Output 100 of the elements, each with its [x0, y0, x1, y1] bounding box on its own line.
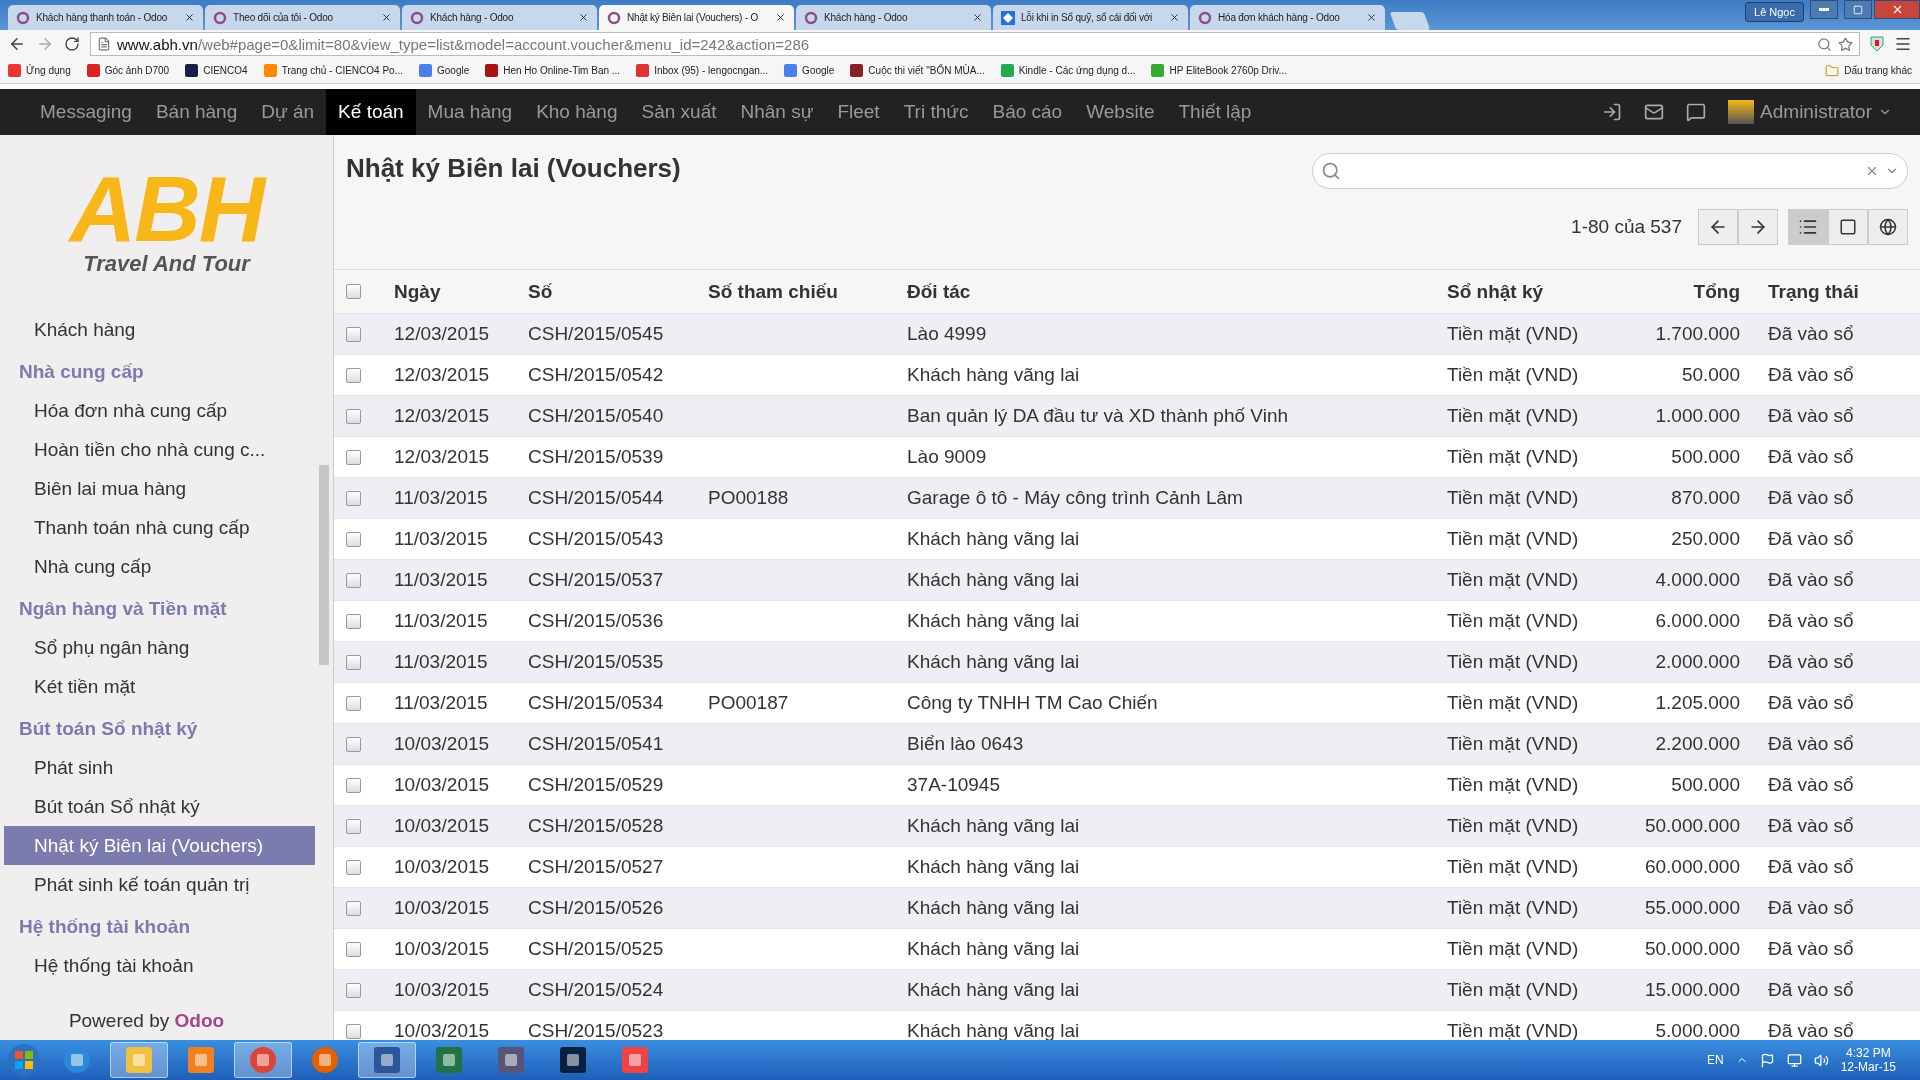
address-field[interactable]: www.abh.vn/web#page=0&limit=80&view_type=list&model=account.voucher&menu_id=242&action=286 [90, 32, 1860, 56]
forward-icon[interactable] [36, 35, 54, 53]
browser-tab[interactable]: Theo dõi của tôi - Odoo [205, 5, 400, 30]
taskbar-app[interactable] [110, 1042, 168, 1078]
menu-icon[interactable] [1894, 35, 1912, 53]
close-icon[interactable] [775, 12, 786, 23]
row-checkbox[interactable] [346, 859, 361, 875]
restore-button[interactable] [1844, 0, 1872, 19]
flag-icon[interactable] [1759, 1052, 1775, 1068]
profile-button[interactable]: Lê Ngọc [1745, 2, 1804, 22]
shield-icon[interactable] [1870, 36, 1884, 52]
taskbar-app[interactable] [358, 1042, 416, 1078]
bookmark-link[interactable]: CIENCO4 [185, 64, 248, 77]
close-icon[interactable] [972, 12, 983, 23]
nav-menu-item[interactable]: Sản xuất [629, 89, 729, 135]
sidebar-item[interactable]: Két tiền mặt [4, 667, 315, 706]
form-view-button[interactable] [1828, 209, 1868, 245]
next-button[interactable] [1738, 209, 1778, 245]
row-checkbox[interactable] [346, 572, 361, 588]
column-header[interactable]: Số tham chiếu [700, 280, 899, 303]
list-view-button[interactable] [1788, 209, 1828, 245]
close-icon[interactable] [1169, 12, 1180, 23]
clock[interactable]: 4:32 PM 12-Mar-15 [1840, 1046, 1896, 1074]
map-view-button[interactable] [1868, 209, 1908, 245]
row-checkbox[interactable] [346, 449, 361, 465]
bookmark-link[interactable]: Google [784, 64, 835, 77]
row-checkbox[interactable] [346, 531, 361, 547]
sidebar-item[interactable]: Hoàn tiền cho nhà cung c... [4, 430, 315, 469]
row-checkbox[interactable] [346, 367, 361, 383]
browser-tab[interactable]: Nhật ký Biên lai (Vouchers) - O [599, 5, 794, 30]
sidebar-item[interactable]: Bút toán Sổ nhật ký [4, 787, 315, 826]
close-icon[interactable] [381, 12, 392, 23]
browser-tab[interactable]: Lỗi khi in Sổ quỹ, sổ cái đối với [993, 5, 1188, 30]
volume-icon[interactable] [1813, 1052, 1829, 1068]
browser-tab[interactable]: Khách hàng - Odoo [402, 5, 597, 30]
row-checkbox[interactable] [346, 900, 361, 916]
sidebar-item[interactable]: Hóa đơn nhà cung cấp [4, 391, 315, 430]
close-icon[interactable] [578, 12, 589, 23]
select-all-checkbox[interactable] [346, 284, 361, 299]
nav-menu-item[interactable]: Mua hàng [415, 89, 525, 135]
browser-tab[interactable]: Khách hàng - Odoo [796, 5, 991, 30]
minimize-button[interactable] [1810, 0, 1838, 19]
nav-menu-item[interactable]: Bán hàng [143, 89, 250, 135]
sidebar-item[interactable]: Sổ phụ ngân hàng [4, 628, 315, 667]
row-checkbox[interactable] [346, 941, 361, 957]
row-checkbox[interactable] [346, 1023, 361, 1039]
back-icon[interactable] [8, 35, 26, 53]
column-header[interactable]: Tổng [1614, 280, 1760, 303]
new-tab-button[interactable] [1389, 12, 1431, 30]
bookmark-link[interactable]: Cuộc thi viết "BỐN MÙA... [850, 64, 985, 77]
row-checkbox[interactable] [346, 326, 361, 342]
close-icon[interactable] [184, 12, 195, 23]
browser-tab[interactable]: Khách hàng thanh toán - Odoo [8, 5, 203, 30]
sidebar-item[interactable]: Phát sinh [4, 748, 315, 787]
bookmark-link[interactable]: Trang chủ - CIENCO4 Po... [263, 64, 403, 77]
row-checkbox[interactable] [346, 408, 361, 424]
row-checkbox[interactable] [346, 654, 361, 670]
row-checkbox[interactable] [346, 613, 361, 629]
column-header[interactable]: Số [520, 280, 700, 303]
sidebar-item[interactable]: Khách hàng [4, 310, 315, 349]
bookmark-star-icon[interactable] [1838, 36, 1853, 52]
network-icon[interactable] [1786, 1052, 1802, 1068]
sidebar-item[interactable]: Hệ thống tài khoản [4, 946, 315, 985]
nav-menu-item[interactable]: Website [1074, 89, 1167, 135]
login-icon[interactable] [1602, 102, 1623, 122]
bookmark-link[interactable]: Hen Ho Online-Tim Ban ... [485, 64, 621, 77]
previous-button[interactable] [1698, 209, 1738, 245]
taskbar-app[interactable] [234, 1042, 292, 1078]
nav-menu-item[interactable]: Messaging [28, 89, 144, 135]
column-header[interactable]: Đối tác [899, 280, 1439, 303]
close-button[interactable] [1874, 0, 1920, 19]
user-menu[interactable]: Administrator [1728, 100, 1892, 124]
nav-menu-item[interactable]: Thiết lập [1166, 89, 1264, 135]
reload-icon[interactable] [64, 36, 80, 52]
other-bookmarks-link[interactable]: Dấu trang khác [1825, 63, 1912, 78]
search-field[interactable] [1312, 153, 1908, 189]
sidebar-item[interactable]: Thanh toán nhà cung cấp [4, 508, 315, 547]
browser-tab[interactable]: Hóa đơn khách hàng - Odoo [1190, 5, 1385, 30]
nav-menu-item[interactable]: Tri thức [891, 89, 981, 135]
column-header[interactable]: Trạng thái [1760, 280, 1898, 303]
nav-menu-item[interactable]: Kế toán [326, 89, 416, 135]
chat-icon[interactable] [1686, 102, 1707, 122]
sidebar-item[interactable]: Biên lai mua hàng [4, 469, 315, 508]
sidebar-item[interactable]: Phát sinh kế toán quản trị [4, 865, 315, 904]
nav-menu-item[interactable]: Nhân sự [728, 89, 826, 135]
close-icon[interactable] [1366, 12, 1377, 23]
sidebar-item[interactable]: Nhà cung cấp [4, 547, 315, 586]
bookmark-link[interactable]: Google [419, 64, 470, 77]
language-indicator[interactable]: EN [1706, 1053, 1724, 1067]
bookmark-link[interactable]: Góc ảnh D700 [86, 64, 170, 77]
nav-menu-item[interactable]: Kho hàng [524, 89, 630, 135]
column-header[interactable]: Ngày [386, 280, 520, 303]
bookmark-link[interactable]: Inbox (95) - lengocngan... [636, 64, 769, 77]
clear-icon[interactable] [1865, 164, 1879, 178]
scrollbar[interactable] [319, 465, 329, 665]
zoom-icon[interactable] [1817, 36, 1832, 52]
row-checkbox[interactable] [346, 490, 361, 506]
bookmark-link[interactable]: Ứng dụng [8, 64, 71, 77]
nav-menu-item[interactable]: Dự án [249, 89, 327, 135]
nav-menu-item[interactable]: Báo cáo [980, 89, 1075, 135]
